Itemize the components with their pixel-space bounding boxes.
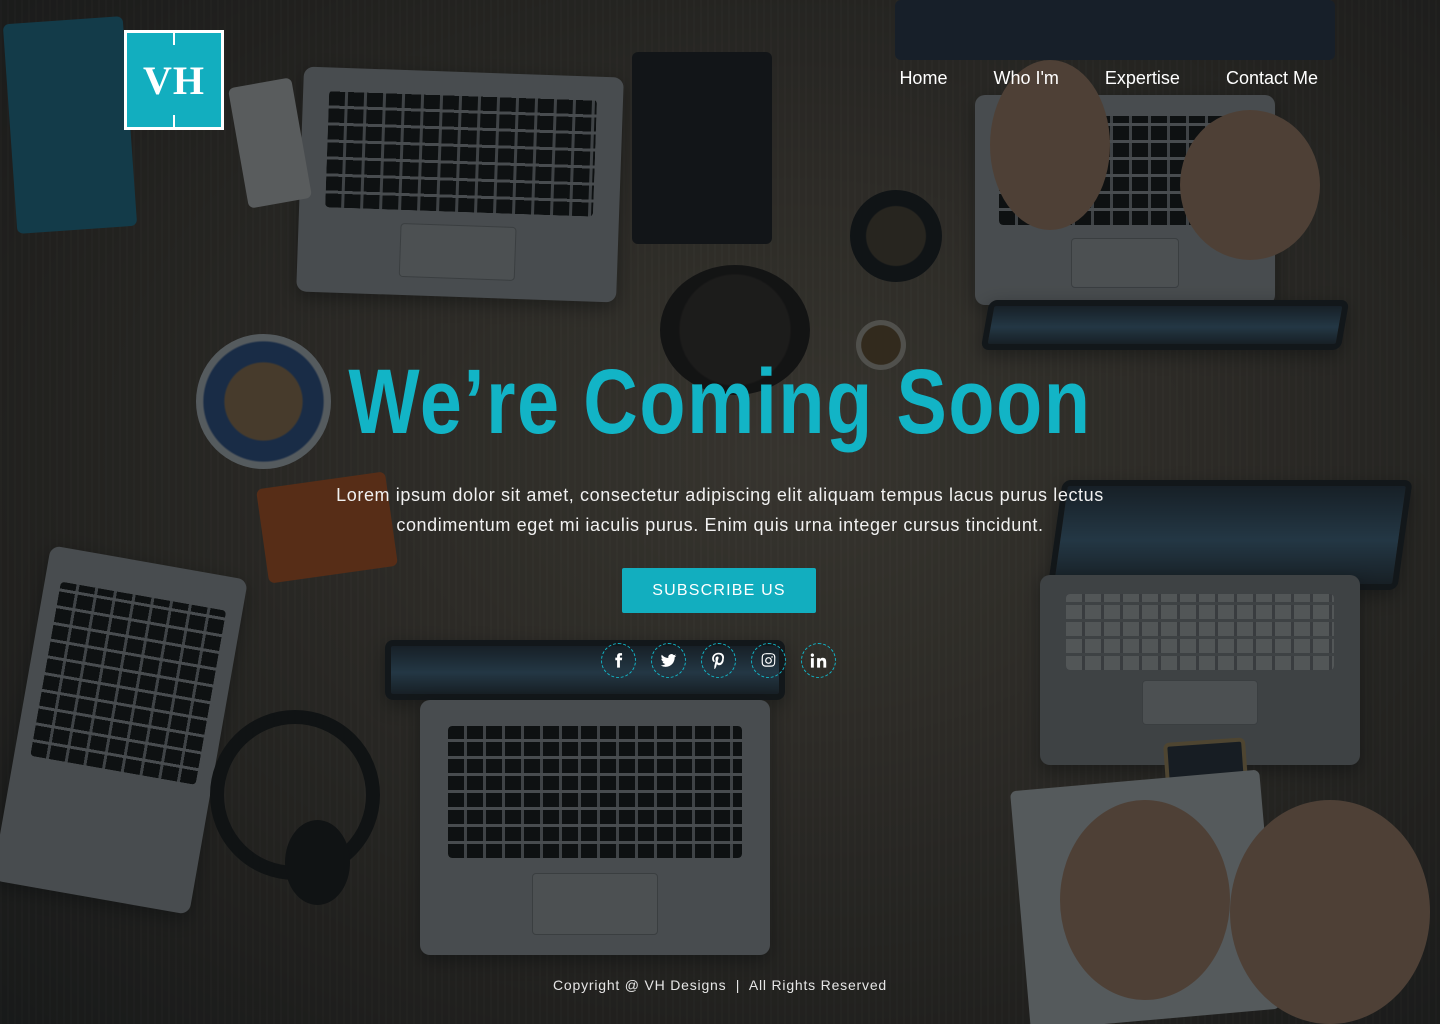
- social-links: [601, 643, 836, 678]
- linkedin-icon[interactable]: [801, 643, 836, 678]
- nav-item-expertise[interactable]: Expertise: [1105, 68, 1180, 89]
- pinterest-icon[interactable]: [701, 643, 736, 678]
- hero-description: Lorem ipsum dolor sit amet, consectetur …: [336, 485, 1104, 535]
- logo-text: VH: [143, 57, 205, 103]
- nav-item-contact-me[interactable]: Contact Me: [1226, 68, 1318, 89]
- nav-item-home[interactable]: Home: [899, 68, 947, 89]
- hero-headline: We’re Coming Soon: [348, 351, 1092, 453]
- facebook-icon[interactable]: [601, 643, 636, 678]
- main-nav: Home Who I'm Expertise Contact Me: [899, 68, 1318, 89]
- nav-item-who-im[interactable]: Who I'm: [993, 68, 1058, 89]
- instagram-icon[interactable]: [751, 643, 786, 678]
- footer-copyright: Copyright @ VH Designs | All Rights Rese…: [553, 977, 887, 993]
- brand-logo[interactable]: VH: [124, 30, 224, 130]
- subscribe-button[interactable]: SUBSCRIBE US: [622, 568, 816, 613]
- twitter-icon[interactable]: [651, 643, 686, 678]
